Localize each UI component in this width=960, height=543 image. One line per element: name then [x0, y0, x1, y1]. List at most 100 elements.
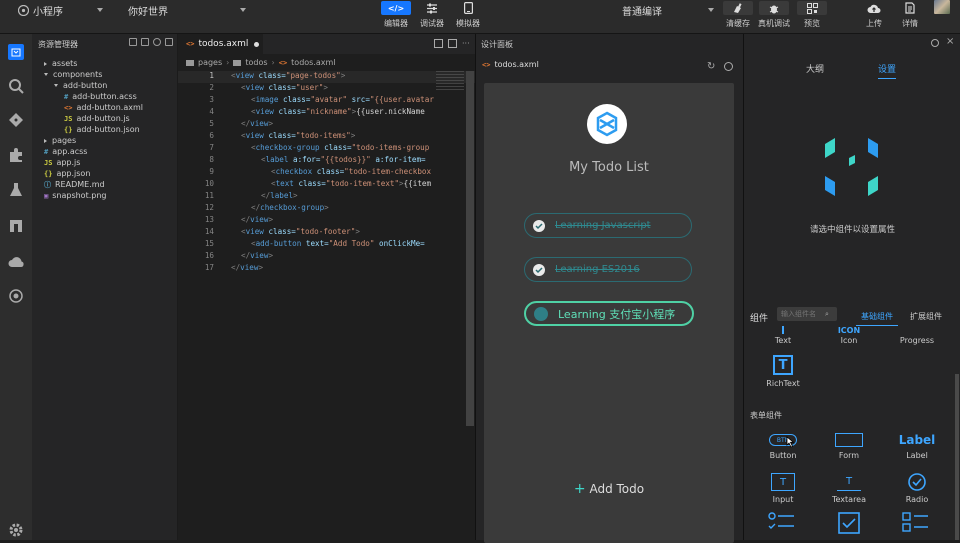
code-line[interactable]: 13 </view> — [178, 215, 475, 227]
folder-item[interactable]: pages — [44, 135, 76, 146]
component-label[interactable]: Label Label — [890, 429, 944, 460]
breadcrumb-item[interactable]: pages — [198, 58, 222, 67]
play-icon[interactable] — [724, 62, 733, 71]
checked-checkbox-icon[interactable] — [533, 219, 545, 232]
code-line[interactable]: 12 </checkbox-group> — [178, 203, 475, 215]
todo-item[interactable]: Learning Javascript — [524, 213, 692, 238]
component-text[interactable]: Text — [756, 324, 810, 345]
component-icon[interactable]: ICON Icon — [822, 324, 876, 346]
code-line[interactable]: 9 <checkbox class="todo-item-checkbox — [178, 167, 475, 179]
tree-item-label: add-button.js — [76, 114, 130, 123]
code-line[interactable]: 10 <text class="todo-item-text">{{item — [178, 179, 475, 191]
tab-extended-components[interactable]: 扩展组件 — [910, 311, 942, 322]
code-line[interactable]: 6 <view class="todo-items"> — [178, 131, 475, 143]
component-form[interactable]: Form — [822, 429, 876, 460]
explorer-icon[interactable] — [8, 44, 24, 60]
checked-checkbox-icon[interactable] — [533, 263, 545, 276]
checkbox-icon[interactable] — [838, 512, 860, 534]
add-todo-button[interactable]: + Add Todo — [484, 481, 734, 497]
refresh-icon[interactable]: ↻ — [707, 61, 715, 72]
todo-item[interactable]: Learning 支付宝小程序 — [524, 301, 694, 326]
component-progress[interactable]: Progress — [890, 324, 944, 345]
tab-todos-axml[interactable]: <> todos.axml — [178, 34, 263, 54]
unsaved-dot-icon[interactable] — [254, 41, 260, 47]
tab-settings[interactable]: 设置 — [878, 62, 897, 79]
help-icon[interactable] — [931, 39, 939, 47]
component-richtext[interactable]: T RichText — [756, 354, 810, 388]
unchecked-checkbox-icon[interactable] — [534, 306, 548, 321]
broadcast-icon[interactable] — [8, 288, 24, 304]
file-item[interactable]: JS app.js — [44, 157, 80, 168]
breadcrumb-item[interactable]: todos — [245, 58, 267, 67]
chevron-down-icon — [44, 73, 48, 76]
components-scrollbar[interactable] — [955, 374, 959, 540]
collapse-icon[interactable] — [165, 38, 173, 46]
file-item[interactable]: JS add-button.js — [64, 113, 130, 124]
preview-button[interactable]: 预览 — [794, 0, 830, 34]
code-line[interactable]: 14 <view class="todo-footer"> — [178, 227, 475, 239]
input-icon: T — [771, 473, 795, 491]
debugger-button[interactable]: 调试器 — [414, 0, 450, 34]
preview-icon[interactable] — [448, 39, 457, 48]
code-line[interactable]: 8 <label a:for="{{todos}}" a:for-item= — [178, 155, 475, 167]
refresh-icon[interactable] — [153, 38, 161, 46]
component-search-input[interactable] — [781, 310, 825, 318]
device-debug-button[interactable]: 真机调试 — [756, 0, 792, 34]
checkbox-group-icon[interactable] — [902, 512, 930, 534]
extensions-icon[interactable] — [8, 147, 24, 163]
close-icon[interactable]: × — [946, 36, 954, 47]
clear-cache-button[interactable]: 清缓存 — [720, 0, 756, 34]
more-icon[interactable]: ··· — [462, 39, 470, 48]
design-tab[interactable]: <> todos.axml — [482, 60, 539, 69]
folder-item[interactable]: assets — [44, 58, 77, 69]
tab-outline[interactable]: 大纲 — [806, 62, 824, 75]
file-item[interactable]: # add-button.acss — [64, 91, 137, 102]
folder-item[interactable]: add-button — [54, 80, 107, 91]
breadcrumb-item[interactable]: todos.axml — [291, 58, 335, 67]
code-line[interactable]: 1 <view class="page-todos"> — [178, 71, 475, 83]
code-line[interactable]: 5 </view> — [178, 119, 475, 131]
new-folder-icon[interactable] — [141, 38, 149, 46]
checkbox-list-icon[interactable] — [768, 512, 796, 534]
file-item[interactable]: ▣ snapshot.png — [44, 190, 106, 201]
code-line[interactable]: 11 </label> — [178, 191, 475, 203]
new-file-icon[interactable] — [129, 38, 137, 46]
file-item[interactable]: {} add-button.json — [64, 124, 140, 135]
file-item[interactable]: ⓘ README.md — [44, 179, 105, 190]
editor-button[interactable]: </> 编辑器 — [378, 0, 414, 34]
split-editor-icon[interactable] — [434, 39, 443, 48]
user-avatar[interactable] — [934, 0, 950, 14]
details-button[interactable]: 详情 — [892, 0, 928, 34]
editor-scrollbar[interactable] — [466, 71, 474, 426]
project-selector[interactable]: 你好世界 — [128, 3, 246, 18]
file-item[interactable]: # app.acss — [44, 146, 87, 157]
file-item[interactable]: {} app.json — [44, 168, 90, 179]
folder-item[interactable]: components — [44, 69, 102, 80]
code-line[interactable]: 16 </view> — [178, 251, 475, 263]
file-item[interactable]: <> add-button.axml — [64, 102, 143, 113]
code-line[interactable]: 2 <view class="user"> — [178, 83, 475, 95]
code-line[interactable]: 3 <image class="avatar" src="{{user.avata… — [178, 95, 475, 107]
search-icon[interactable] — [8, 78, 24, 94]
code-line[interactable]: 17 </view> — [178, 263, 475, 275]
flask-icon[interactable] — [8, 182, 24, 198]
code-line[interactable]: 15 <add-button text="Add Todo" onClickMe= — [178, 239, 475, 251]
cloud-icon[interactable] — [8, 254, 24, 270]
code-line[interactable]: 4 <view class="nickname">{{user.nickName — [178, 107, 475, 119]
compile-mode-select[interactable]: 普通编译 — [622, 3, 714, 18]
storage-icon[interactable] — [8, 218, 24, 234]
code-text: <checkbox-group class="todo-items-group — [251, 143, 430, 152]
todo-item[interactable]: Learning ES2016 — [524, 257, 692, 282]
git-branch-icon[interactable] — [8, 112, 24, 128]
component-button[interactable]: BTN Button — [756, 429, 810, 460]
gear-icon[interactable] — [8, 522, 24, 538]
component-radio[interactable]: Radio — [890, 471, 944, 504]
component-input[interactable]: T Input — [756, 471, 810, 504]
code-line[interactable]: 7 <checkbox-group class="todo-items-group — [178, 143, 475, 155]
component-search[interactable]: ⌕ — [777, 307, 837, 321]
app-selector[interactable]: 小程序 — [18, 3, 103, 18]
upload-button[interactable]: 上传 — [856, 0, 892, 34]
minimap[interactable] — [436, 71, 464, 91]
component-textarea[interactable]: T Textarea — [822, 471, 876, 504]
simulator-button[interactable]: 模拟器 — [450, 0, 486, 34]
